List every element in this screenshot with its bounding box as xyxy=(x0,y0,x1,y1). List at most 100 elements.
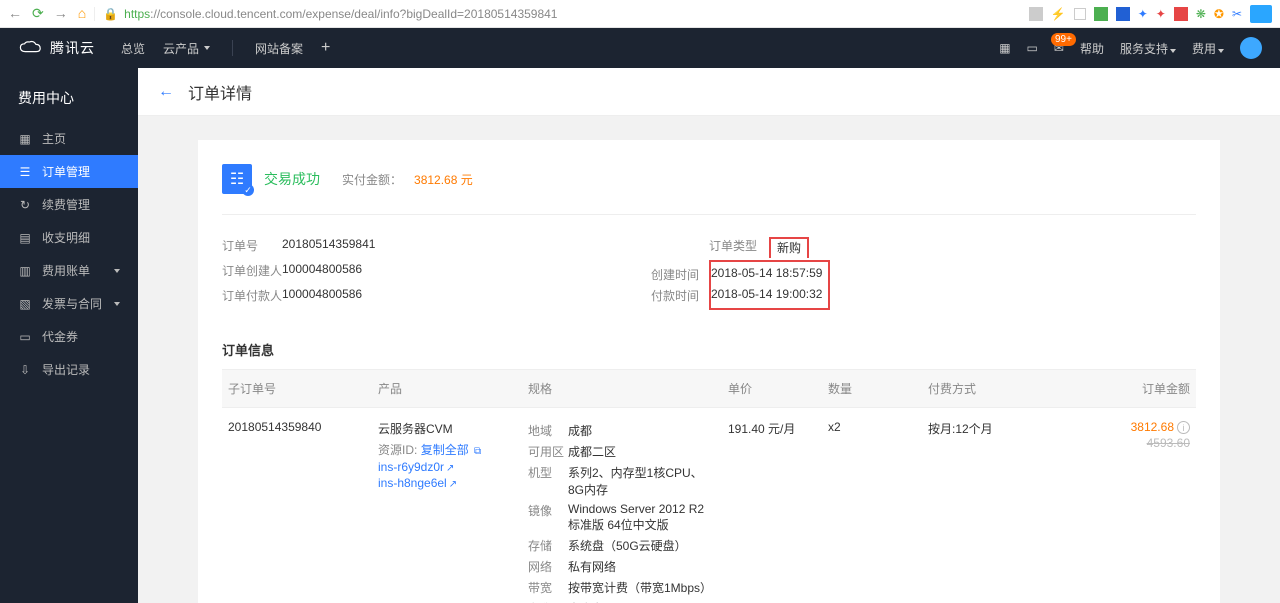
sidebar-item-bills[interactable]: ▥费用账单 xyxy=(0,254,138,287)
external-link-icon: ↗ xyxy=(446,463,454,474)
nav-overview[interactable]: 总览 xyxy=(121,40,145,57)
sidebar-item-label: 主页 xyxy=(42,130,66,147)
cloud-logo-icon xyxy=(18,40,42,56)
back-button[interactable]: ← xyxy=(158,83,174,101)
url-path: ://console.cloud.tencent.com/expense/dea… xyxy=(150,7,557,21)
pay-time: 2018-05-14 19:00:32 xyxy=(711,287,822,304)
spec-value: 成都 xyxy=(568,422,716,439)
chevron-down-icon xyxy=(1170,49,1176,53)
meta-label: 订单付款人 xyxy=(222,287,282,304)
spec-label: 机型 xyxy=(528,464,568,498)
ext-icon[interactable]: ⚡ xyxy=(1051,7,1066,21)
list-icon: ☰ xyxy=(18,165,32,179)
spec-label: 地域 xyxy=(528,422,568,439)
sidebar-item-export[interactable]: ⇩ 导出记录 xyxy=(0,353,138,386)
chevron-down-icon xyxy=(114,269,120,273)
info-icon[interactable]: i xyxy=(1177,421,1190,434)
meta-label: 订单号 xyxy=(222,237,282,254)
th-pay: 付费方式 xyxy=(922,370,1072,408)
th-spec: 规格 xyxy=(522,370,722,408)
spec-value: 按带宽计费（带宽1Mbps） xyxy=(568,579,716,596)
grid-icon[interactable]: ▦ xyxy=(999,41,1010,55)
external-link-icon: ↗ xyxy=(449,479,457,490)
row-original-price: 4593.60 xyxy=(1078,436,1190,450)
spec-value: 系统盘（50G云硬盘） xyxy=(568,537,716,554)
ext-icon[interactable]: ✦ xyxy=(1138,7,1148,21)
resource-link[interactable]: ins-h8nge6el xyxy=(378,476,447,490)
forward-icon[interactable]: → xyxy=(54,5,68,22)
nav-support[interactable]: 服务支持 xyxy=(1120,40,1176,57)
nav-cost[interactable]: 费用 xyxy=(1192,40,1224,57)
ext-icon[interactable] xyxy=(1174,7,1188,21)
spec-value: 成都二区 xyxy=(568,443,716,460)
creator-id: 100004800586 xyxy=(282,262,362,279)
resource-link[interactable]: ins-r6y9dz0r xyxy=(378,460,444,474)
extension-icons: ⚡ ✦ ✦ ❋ ✪ ✂ xyxy=(1029,5,1272,23)
ext-icon[interactable]: ❋ xyxy=(1196,7,1206,21)
spec-value: 私有网络 xyxy=(568,558,716,575)
row-total: 3812.68 xyxy=(1131,420,1174,434)
meta-label: 创建时间 xyxy=(651,266,711,283)
nav-add[interactable]: + xyxy=(321,39,330,57)
chevron-down-icon xyxy=(1218,49,1224,53)
create-time: 2018-05-14 18:57:59 xyxy=(711,266,822,283)
ext-icon[interactable] xyxy=(1116,7,1130,21)
brand-text: 腾讯云 xyxy=(50,38,95,58)
back-icon[interactable]: ← xyxy=(8,5,22,22)
sub-order-id: 20180514359840 xyxy=(222,408,372,603)
home-icon[interactable]: ⌂ xyxy=(78,5,86,22)
grid-icon: ▦ xyxy=(18,132,32,146)
sidebar-item-renew[interactable]: ↻续费管理 xyxy=(0,188,138,221)
spec-label: 镜像 xyxy=(528,502,568,533)
scissors-icon[interactable]: ✂ xyxy=(1232,7,1242,21)
ext-icon[interactable]: ✦ xyxy=(1156,7,1166,21)
paid-label: 实付金额： xyxy=(342,171,402,188)
doc-icon[interactable]: ▭ xyxy=(1027,41,1038,55)
nav-beian[interactable]: 网站备案 xyxy=(255,40,303,57)
ext-icon[interactable] xyxy=(1074,8,1086,20)
spec-label: 网络 xyxy=(528,558,568,575)
avatar[interactable] xyxy=(1240,37,1262,59)
payer-id: 100004800586 xyxy=(282,287,362,304)
product-name: 云服务器CVM xyxy=(378,420,516,437)
unit-price: 191.40 元/月 xyxy=(722,408,822,603)
reload-icon[interactable]: ⟳ xyxy=(32,5,44,22)
ext-icon[interactable] xyxy=(1250,5,1272,23)
order-id: 20180514359841 xyxy=(282,237,375,254)
nav-help[interactable]: 帮助 xyxy=(1080,40,1104,57)
sidebar-item-invoice[interactable]: ▧发票与合同 xyxy=(0,287,138,320)
sidebar-item-orders[interactable]: ☰订单管理 xyxy=(0,155,138,188)
sidebar-item-voucher[interactable]: ▭代金券 xyxy=(0,320,138,353)
sidebar-item-label: 发票与合同 xyxy=(42,295,102,312)
copy-all-link[interactable]: 复制全部 xyxy=(421,443,469,457)
order-type: 新购 xyxy=(769,237,809,258)
quantity: x2 xyxy=(822,408,922,603)
sidebar-item-transactions[interactable]: ▤收支明细 xyxy=(0,221,138,254)
ext-icon[interactable]: ✪ xyxy=(1214,7,1224,21)
spec-label: 带宽 xyxy=(528,579,568,596)
separator xyxy=(232,40,233,56)
status-text: 交易成功 xyxy=(264,169,320,189)
export-icon: ⇩ xyxy=(18,363,32,377)
ext-icon[interactable] xyxy=(1029,7,1043,21)
spec-value: 系列2、内存型1核CPU、8G内存 xyxy=(568,464,716,498)
bill-icon: ▥ xyxy=(18,264,32,278)
ext-icon[interactable] xyxy=(1094,7,1108,21)
th-total: 订单金额 xyxy=(1072,370,1196,408)
address-bar[interactable]: 🔒 https://console.cloud.tencent.com/expe… xyxy=(94,7,1021,21)
brand-logo[interactable]: 腾讯云 xyxy=(18,38,95,58)
chevron-down-icon xyxy=(114,302,120,306)
sidebar-item-label: 导出记录 xyxy=(42,361,90,378)
resource-id-label: 资源ID: xyxy=(378,443,417,457)
chevron-down-icon xyxy=(204,46,210,50)
page-title: 订单详情 xyxy=(188,80,252,104)
copy-icon: ⧉ xyxy=(474,446,481,457)
doc-icon: ▤ xyxy=(18,231,32,245)
message-badge: 99+ xyxy=(1051,33,1076,46)
th-suborder: 子订单号 xyxy=(222,370,372,408)
message-icon[interactable]: ✉99+ xyxy=(1054,41,1064,55)
sidebar-item-home[interactable]: ▦ 主页 xyxy=(0,122,138,155)
spec-label: 存储 xyxy=(528,537,568,554)
order-table: 子订单号 产品 规格 单价 数量 付费方式 订单金额 2018051435984… xyxy=(222,369,1196,603)
nav-products[interactable]: 云产品 xyxy=(163,40,210,57)
